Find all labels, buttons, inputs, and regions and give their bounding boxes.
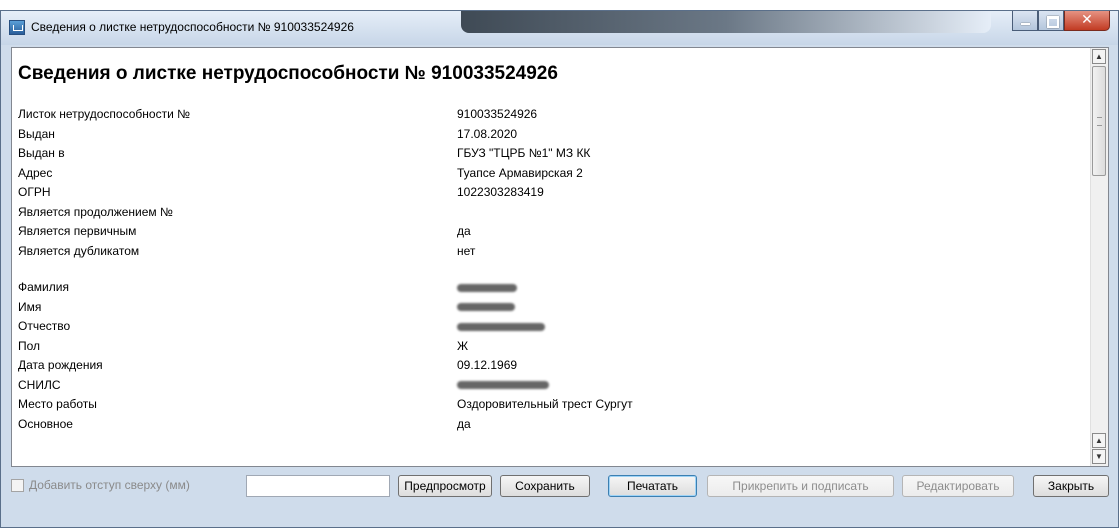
field-label: Листок нетрудоспособности № (18, 107, 190, 121)
field-row: Пол Ж (12, 337, 1092, 357)
attach-sign-button[interactable]: Прикрепить и подписать (707, 475, 894, 497)
top-margin-label: Добавить отступ сверху (мм) (29, 478, 190, 492)
titlebar-glare (461, 11, 991, 33)
field-label: Отчество (18, 319, 71, 333)
dialog-window: Сведения о листке нетрудоспособности № 9… (0, 10, 1119, 528)
details-list: Листок нетрудоспособности № 910033524926 … (12, 105, 1092, 434)
window-title: Сведения о листке нетрудоспособности № 9… (31, 20, 354, 34)
top-margin-input[interactable] (246, 475, 390, 497)
button-bar: Добавить отступ сверху (мм) Предпросмотр… (11, 473, 1111, 501)
field-value: 1022303283419 (457, 185, 544, 199)
field-label: Выдан в (18, 146, 65, 160)
scroll-thumb[interactable] (1092, 66, 1106, 176)
field-value: Оздоровительный трест Сургут (457, 397, 633, 411)
field-value: да (457, 416, 471, 431)
redacted-value (457, 378, 549, 392)
field-row: Фамилия (12, 278, 1092, 298)
close-window-button[interactable]: ✕ (1064, 11, 1110, 31)
minimize-button[interactable] (1012, 11, 1038, 31)
page-title: Сведения о листке нетрудоспособности № 9… (18, 63, 558, 84)
field-row: Является продолжением № (12, 203, 1092, 223)
title-bar: Сведения о листке нетрудоспособности № 9… (1, 11, 1118, 45)
field-row: Адрес Туапсе Армавирская 2 (12, 164, 1092, 184)
scroll-up-arrow-icon[interactable]: ▲ (1092, 433, 1106, 448)
vertical-scrollbar[interactable]: ▲ ▲ ▼ (1090, 48, 1108, 466)
field-row: Дата рождения 09.12.1969 (12, 356, 1092, 376)
redaction-blur (457, 303, 515, 312)
field-value: ГБУЗ "ТЦРБ №1" МЗ КК (457, 146, 591, 160)
app-icon (9, 20, 25, 35)
field-row: Выдан 17.08.2020 (12, 125, 1092, 145)
field-label: Место работы (18, 397, 97, 411)
field-row: СНИЛС (12, 376, 1092, 396)
field-label: ОГРН (18, 185, 51, 199)
field-label: Фамилия (18, 280, 69, 294)
field-row: Выдан в ГБУЗ "ТЦРБ №1" МЗ КК (12, 144, 1092, 164)
scroll-up-arrow-icon[interactable]: ▲ (1092, 49, 1106, 64)
field-label: СНИЛС (18, 377, 61, 392)
field-row: Листок нетрудоспособности № 910033524926 (12, 105, 1092, 125)
field-label: Выдан (18, 126, 55, 141)
field-value: нет (457, 243, 476, 258)
redacted-value (457, 300, 515, 314)
scroll-down-arrow-icon[interactable]: ▼ (1092, 449, 1106, 464)
edit-button[interactable]: Редактировать (902, 475, 1014, 497)
field-value: да (457, 224, 471, 238)
field-label: Является продолжением № (18, 204, 173, 219)
print-button[interactable]: Печатать (608, 475, 697, 497)
field-value: 09.12.1969 (457, 358, 518, 372)
redaction-blur (457, 322, 545, 331)
field-row: Является дубликатом нет (12, 242, 1092, 262)
field-label: Имя (18, 299, 42, 314)
save-button[interactable]: Сохранить (500, 475, 590, 497)
field-label: Основное (18, 416, 73, 431)
field-label: Является первичным (18, 224, 137, 238)
field-value: 17.08.2020 (457, 126, 518, 141)
field-label: Дата рождения (18, 358, 103, 372)
top-margin-checkbox[interactable] (11, 479, 24, 492)
close-icon: ✕ (1081, 12, 1093, 28)
field-row: Основное да (12, 415, 1092, 435)
caption-buttons: ✕ (1012, 11, 1110, 33)
field-row: Имя (12, 298, 1092, 318)
field-label: Пол (18, 338, 41, 353)
redaction-blur (457, 283, 517, 292)
field-value: 910033524926 (457, 107, 538, 121)
redacted-value (457, 280, 517, 294)
field-value: Туапсе Армавирская 2 (457, 165, 583, 180)
field-row: Является первичным да (12, 222, 1092, 242)
field-row: ОГРН 1022303283419 (12, 183, 1092, 203)
field-row: Место работы Оздоровительный трест Сургут (12, 395, 1092, 415)
close-button[interactable]: Закрыть (1033, 475, 1109, 497)
preview-button[interactable]: Предпросмотр (398, 475, 492, 497)
field-label: Является дубликатом (18, 243, 140, 258)
document-viewer[interactable]: Сведения о листке нетрудоспособности № 9… (11, 47, 1109, 467)
maximize-button[interactable] (1038, 11, 1064, 31)
field-value: Ж (457, 338, 469, 353)
redacted-value (457, 319, 545, 333)
field-row: Отчество (12, 317, 1092, 337)
field-label: Адрес (18, 165, 53, 180)
redaction-blur (457, 381, 549, 390)
